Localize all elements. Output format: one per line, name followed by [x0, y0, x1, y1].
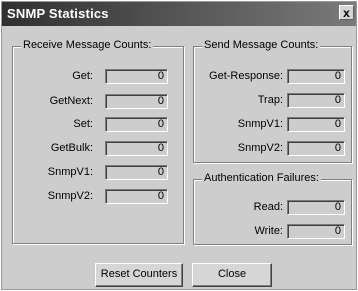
receive-row-set: Set: 0	[13, 117, 183, 133]
receive-snmpv1-count-field: 0	[105, 165, 168, 180]
close-icon[interactable]: x	[339, 5, 354, 20]
send-snmpv1-label: SnmpV1:	[237, 118, 283, 130]
get-response-count-field: 0	[287, 69, 345, 84]
receive-snmpv1-label: SnmpV1:	[47, 166, 93, 178]
send-snmpv2-label: SnmpV2:	[237, 142, 283, 154]
receive-message-counts-group: Receive Message Counts: Get: 0 GetNext: …	[12, 39, 184, 244]
send-snmpv2-count-field: 0	[287, 141, 345, 156]
receive-row-getnext: GetNext: 0	[13, 94, 183, 110]
snmp-statistics-dialog: SNMP Statistics x Receive Message Counts…	[1, 1, 357, 290]
receive-snmpv2-count-field: 0	[105, 189, 168, 204]
send-snmpv1-count-field: 0	[287, 117, 345, 132]
receive-snmpv2-label: SnmpV2:	[47, 190, 93, 202]
read-label: Read:	[253, 201, 283, 213]
dialog-title: SNMP Statistics	[7, 6, 109, 21]
write-count-field: 0	[287, 224, 345, 239]
getbulk-label: GetBulk:	[50, 142, 93, 154]
authentication-failures-group: Authentication Failures: Read: 0 Write: …	[193, 172, 352, 245]
set-count-field: 0	[105, 117, 168, 132]
trap-label: Trap:	[257, 94, 283, 106]
title-bar: SNMP Statistics x	[2, 2, 356, 26]
close-button[interactable]: Close	[192, 263, 272, 287]
receive-row-getbulk: GetBulk: 0	[13, 141, 183, 157]
getnext-count-field: 0	[105, 94, 168, 109]
get-label: Get:	[72, 70, 93, 82]
reset-counters-button[interactable]: Reset Counters	[95, 263, 183, 287]
receive-row-snmpv1: SnmpV1: 0	[13, 165, 183, 181]
send-row-snmpv2: SnmpV2: 0	[194, 141, 351, 157]
auth-row-read: Read: 0	[194, 200, 351, 216]
receive-row-snmpv2: SnmpV2: 0	[13, 189, 183, 205]
getbulk-count-field: 0	[105, 141, 168, 156]
receive-row-get: Get: 0	[13, 69, 183, 85]
trap-count-field: 0	[287, 93, 345, 108]
set-label: Set:	[73, 118, 93, 130]
auth-group-legend: Authentication Failures:	[202, 172, 321, 184]
send-row-get-response: Get-Response: 0	[194, 69, 351, 85]
get-response-label: Get-Response:	[209, 70, 283, 82]
get-count-field: 0	[105, 69, 168, 84]
send-row-trap: Trap: 0	[194, 93, 351, 109]
send-group-legend: Send Message Counts:	[202, 39, 321, 51]
getnext-label: GetNext:	[49, 95, 93, 107]
receive-group-legend: Receive Message Counts:	[21, 39, 154, 51]
auth-row-write: Write: 0	[194, 224, 351, 240]
read-count-field: 0	[287, 200, 345, 215]
write-label: Write:	[254, 225, 283, 237]
send-row-snmpv1: SnmpV1: 0	[194, 117, 351, 133]
send-message-counts-group: Send Message Counts: Get-Response: 0 Tra…	[193, 39, 352, 163]
